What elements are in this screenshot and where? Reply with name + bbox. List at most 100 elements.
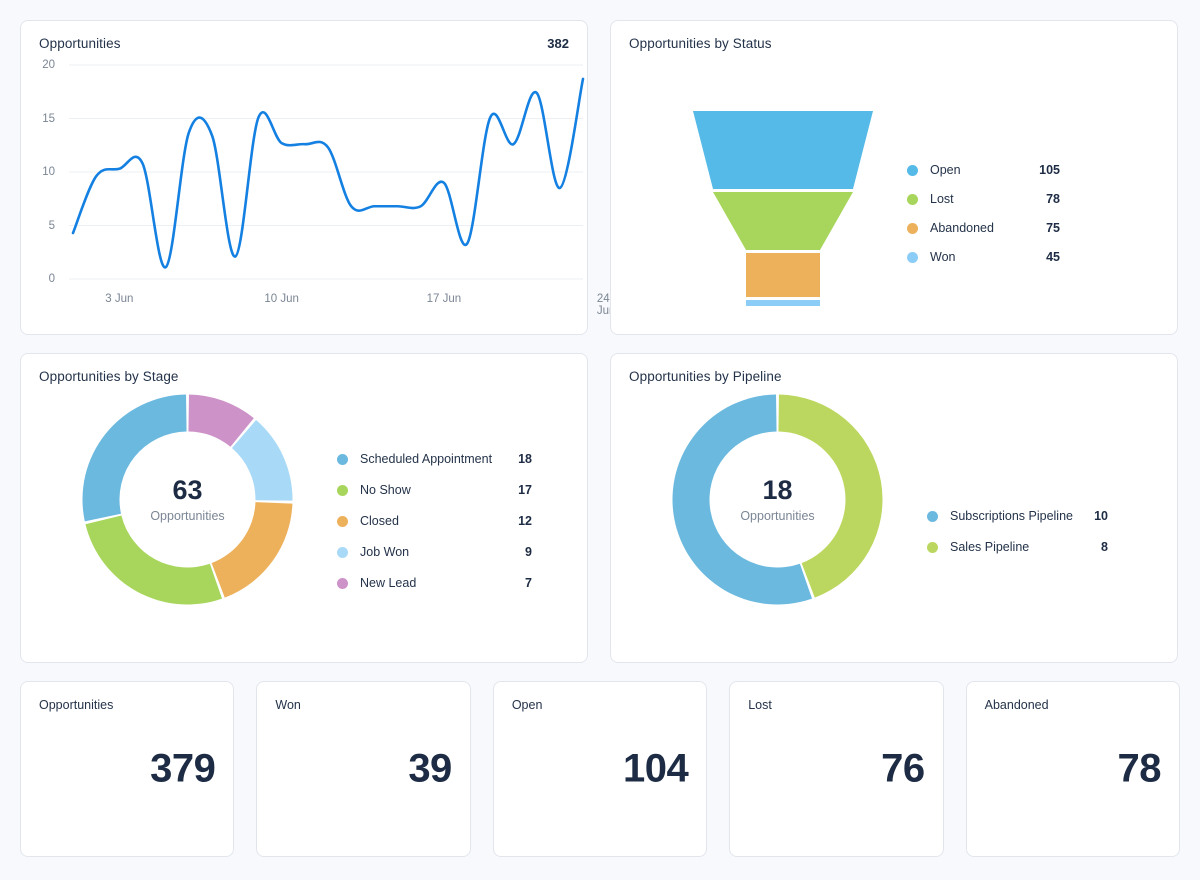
kpi-value: 104 <box>494 747 688 792</box>
donut-segment[interactable] <box>85 516 222 605</box>
legend-swatch-icon <box>907 223 918 234</box>
stage-title: Opportunities by Stage <box>39 369 179 384</box>
stage-legend-value: 7 <box>508 576 532 590</box>
line-x-tick: 3 Jun <box>105 293 133 305</box>
line-y-tick: 10 <box>27 166 55 178</box>
stage-legend-item[interactable]: New Lead7 <box>337 576 532 590</box>
top-row: Opportunities 382 20151050 3 Jun10 Jun17… <box>20 20 1180 335</box>
kpi-label: Open <box>512 698 543 712</box>
dashboard-root: Opportunities 382 20151050 3 Jun10 Jun17… <box>0 0 1200 880</box>
kpi-value: 78 <box>967 747 1161 792</box>
kpi-value: 379 <box>21 747 215 792</box>
funnel-chart[interactable] <box>683 111 883 306</box>
line-y-tick: 20 <box>27 59 55 71</box>
stage-legend-value: 12 <box>508 514 532 528</box>
pipeline-chart-body: 18 Opportunities Subscriptions Pipeline1… <box>611 384 1177 646</box>
funnel-segment[interactable] <box>746 253 820 297</box>
stage-legend-item[interactable]: Closed12 <box>337 514 532 528</box>
funnel-legend-value: 78 <box>1026 192 1060 206</box>
pipeline-legend-item[interactable]: Subscriptions Pipeline10 <box>927 509 1108 523</box>
funnel-legend-item[interactable]: Lost78 <box>907 192 1060 206</box>
pipeline-donut-wrap: 18 Opportunities <box>670 392 885 607</box>
kpi-row: Opportunities 379 Won39 Open 104 Lost 76 Abando… <box>20 681 1180 857</box>
kpi-card[interactable]: Opportunities 379 <box>20 681 234 857</box>
kpi-card[interactable]: Lost 76 <box>729 681 943 857</box>
stage-legend-value: 9 <box>508 545 532 559</box>
kpi-card[interactable]: Won39 <box>256 681 470 857</box>
funnel-title: Opportunities by Status <box>629 36 772 51</box>
funnel-legend-label: Abandoned <box>930 221 1026 235</box>
kpi-card[interactable]: Open 104 <box>493 681 707 857</box>
stage-legend-label: No Show <box>360 483 508 497</box>
funnel-legend-label: Won <box>930 250 1026 264</box>
page-title: Opportunities <box>39 36 121 51</box>
pipeline-card-header: Opportunities by Pipeline <box>611 354 1177 384</box>
legend-swatch-icon <box>337 578 348 589</box>
legend-swatch-icon <box>337 547 348 558</box>
stage-legend-item[interactable]: No Show17 <box>337 483 532 497</box>
funnel-chart-body: Open105 Lost78 Abandoned75 Won45 <box>611 51 1177 319</box>
pipeline-donut-chart[interactable] <box>670 392 885 607</box>
stage-legend-label: New Lead <box>360 576 508 590</box>
funnel-legend-item[interactable]: Abandoned75 <box>907 221 1060 235</box>
line-y-tick: 15 <box>27 113 55 125</box>
stage-legend-value: 18 <box>508 452 532 466</box>
pipeline-legend-item[interactable]: Sales Pipeline8 <box>927 540 1108 554</box>
pipeline-legend-label: Subscriptions Pipeline <box>950 509 1086 523</box>
stage-legend-value: 17 <box>508 483 532 497</box>
funnel-legend-item[interactable]: Won45 <box>907 250 1060 264</box>
line-chart-body: 20151050 3 Jun10 Jun17 Jun24 Jun <box>21 51 587 319</box>
stage-chart-body: 63 Opportunities Scheduled Appointment18… <box>21 384 587 646</box>
donut-segment[interactable] <box>212 502 293 598</box>
pipeline-title: Opportunities by Pipeline <box>629 369 782 384</box>
stage-legend-label: Scheduled Appointment <box>360 452 508 466</box>
line-y-tick: 0 <box>27 273 55 285</box>
kpi-label: Lost <box>748 698 772 712</box>
legend-swatch-icon <box>337 485 348 496</box>
kpi-value: 39 <box>257 747 451 792</box>
pipeline-legend-value: 8 <box>1086 540 1108 554</box>
line-x-tick: 10 Jun <box>264 293 299 305</box>
pipeline-legend-label: Sales Pipeline <box>950 540 1086 554</box>
pipeline-legend: Subscriptions Pipeline10 Sales Pipeline8 <box>927 509 1108 554</box>
pipeline-legend-value: 10 <box>1086 509 1108 523</box>
stage-legend-item[interactable]: Scheduled Appointment18 <box>337 452 532 466</box>
kpi-label: Abandoned <box>985 698 1049 712</box>
line-card-header: Opportunities 382 <box>21 21 587 51</box>
legend-swatch-icon <box>907 252 918 263</box>
kpi-card[interactable]: Abandoned 78 <box>966 681 1180 857</box>
line-x-tick: 17 Jun <box>427 293 462 305</box>
stage-legend: Scheduled Appointment18 No Show17 Closed12… <box>337 452 532 590</box>
legend-swatch-icon <box>927 511 938 522</box>
funnel-legend-value: 45 <box>1026 250 1060 264</box>
donut-row: Opportunities by Stage 63 Opportunities … <box>20 353 1180 663</box>
opportunities-by-pipeline-card: Opportunities by Pipeline 18 Opportuniti… <box>610 353 1178 663</box>
funnel-legend-value: 75 <box>1026 221 1060 235</box>
funnel-segment[interactable] <box>693 111 873 189</box>
funnel-card-header: Opportunities by Status <box>611 21 1177 51</box>
opportunities-total: 382 <box>547 36 569 51</box>
donut-segment[interactable] <box>83 395 187 522</box>
kpi-value: 76 <box>730 747 924 792</box>
stage-card-header: Opportunities by Stage <box>21 354 587 384</box>
kpi-label: Opportunities <box>39 698 113 712</box>
legend-swatch-icon <box>907 194 918 205</box>
legend-swatch-icon <box>337 454 348 465</box>
funnel-legend-value: 105 <box>1026 163 1060 177</box>
funnel-segment[interactable] <box>713 192 853 250</box>
funnel-legend: Open105 Lost78 Abandoned75 Won45 <box>907 163 1060 264</box>
line-chart[interactable] <box>21 51 587 319</box>
stage-donut-wrap: 63 Opportunities <box>80 392 295 607</box>
funnel-segment[interactable] <box>746 300 820 306</box>
funnel-legend-label: Open <box>930 163 1026 177</box>
line-y-tick: 5 <box>27 220 55 232</box>
stage-legend-label: Closed <box>360 514 508 528</box>
legend-swatch-icon <box>927 542 938 553</box>
legend-swatch-icon <box>337 516 348 527</box>
opportunities-by-stage-card: Opportunities by Stage 63 Opportunities … <box>20 353 588 663</box>
opportunities-line-card: Opportunities 382 20 15 10 5 0 3 Jun 10 Jun 17… <box>20 20 588 335</box>
legend-swatch-icon <box>907 165 918 176</box>
stage-donut-chart[interactable] <box>80 392 295 607</box>
funnel-legend-item[interactable]: Open105 <box>907 163 1060 177</box>
stage-legend-item[interactable]: Job Won9 <box>337 545 532 559</box>
